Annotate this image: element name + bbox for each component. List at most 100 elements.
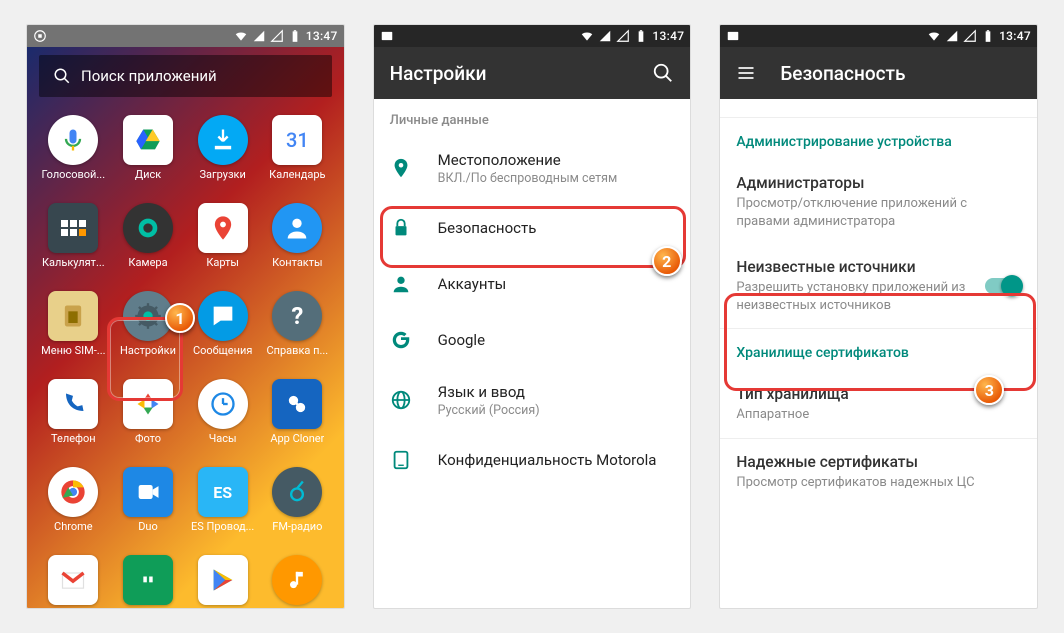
battery-icon [288,29,302,43]
search-icon[interactable] [652,62,674,84]
settings-row-lang[interactable]: Язык и ввод Русский (Россия) [374,368,691,432]
contact-icon [272,203,322,253]
search-apps[interactable]: Поиск приложений [39,55,332,97]
settings-row-account[interactable]: Аккаунты [374,256,691,312]
settings-row-lock[interactable]: Безопасность [374,200,691,256]
app-label: Справка п... [267,344,329,357]
app-label: Карты [206,256,239,269]
signal-icon [945,29,959,43]
app-label: App Cloner [270,432,324,445]
wifi-icon [580,29,594,43]
app-label: Duo [138,520,158,533]
photos-icon [123,379,173,429]
signal-icon [598,29,612,43]
app-radio[interactable]: FM-радио [261,467,334,553]
hangouts-icon [123,555,173,605]
app-label: Калькулят... [42,256,105,269]
wifi-icon [234,29,248,43]
app-calc[interactable]: Калькулят... [37,203,110,289]
calc-icon [48,203,98,253]
app-label: Часы [209,432,237,445]
app-label: FM-радио [272,520,322,533]
row-sub: Просмотр сертификатов надежных ЦС [736,474,1021,492]
clock-text: 13:47 [999,29,1031,43]
toggle-unknown-sources[interactable] [985,278,1021,294]
app-duo[interactable]: Duo [112,467,185,553]
clock-icon [198,379,248,429]
appbar-title: Безопасность [780,62,905,85]
app-label: Телефон [51,432,96,445]
app-photos[interactable]: Фото [112,379,185,465]
app-label: Сообщения [193,344,252,357]
image-icon [380,29,394,43]
app-phone[interactable]: Телефон [37,379,110,465]
row-sub: Русский (Россия) [438,403,675,418]
app-cloner[interactable]: App Cloner [261,379,334,465]
account-icon [390,273,412,295]
row-unknown-sources[interactable]: Неизвестные источники Разрешить установк… [720,244,1037,328]
battery-icon [634,29,648,43]
settings-row-google[interactable]: Google [374,312,691,368]
duo-icon [123,467,173,517]
square-stop-icon [33,29,47,43]
app-hangouts[interactable]: Hangouts [112,555,185,609]
row-title: Надежные сертификаты [736,453,1021,471]
help-icon: ? [272,291,322,341]
app-clock[interactable]: Часы [186,379,259,465]
radio-icon [272,467,322,517]
es-icon: ES [198,467,248,517]
row-trusted-certs[interactable]: Надежные сертификаты Просмотр сертификат… [720,439,1037,506]
row-title: Аккаунты [438,275,675,293]
app-label: ES Провод... [191,520,254,533]
msg-icon [198,291,248,341]
lang-icon [390,389,412,411]
settings-row-location[interactable]: МестоположениеВКЛ./По беспроводным сетям [374,136,691,200]
phone-icon [48,379,98,429]
app-download[interactable]: Загрузки [186,115,259,201]
clock-text: 13:47 [306,29,338,43]
chrome-icon [48,467,98,517]
phone-app-drawer: 13:47 Поиск приложений Голосовой... Диск З… [26,24,345,609]
app-chrome[interactable]: Chrome [37,467,110,553]
app-cal[interactable]: 31Календарь [261,115,334,201]
maps-icon [198,203,248,253]
signal2-icon [270,29,284,43]
app-camera[interactable]: Камера [112,203,185,289]
app-help[interactable]: ? Справка п... [261,291,334,377]
step-badge-2: 2 [652,246,682,276]
row-title: Администраторы [736,174,1021,192]
security-appbar: Безопасность [720,47,1037,99]
search-icon [53,67,71,85]
row-title: Безопасность [438,219,675,237]
app-music[interactable]: Play Музы... [261,555,334,609]
app-msg[interactable]: Сообщения [186,291,259,377]
app-label: Диск [135,168,161,181]
signal-icon [252,29,266,43]
app-label: Календарь [269,168,325,181]
settings-row-moto[interactable]: Конфиденциальность Motorola [374,432,691,488]
lock-icon [390,217,412,239]
row-title: Язык и ввод [438,383,675,401]
app-play[interactable]: Play Марк... [186,555,259,609]
appbar-title: Настройки [390,62,487,85]
section-cert-store: Хранилище сертификатов [720,329,1037,371]
row-admins[interactable]: Администраторы Просмотр/отключение прило… [720,160,1037,244]
menu-icon[interactable] [736,63,756,83]
app-label: Настройки [120,344,176,357]
app-es[interactable]: ES ES Провод... [186,467,259,553]
cloner-icon [272,379,322,429]
status-bar: 13:47 [27,25,344,47]
row-sub: Просмотр/отключение приложений с правами… [736,195,1021,230]
app-drive[interactable]: Диск [112,115,185,201]
app-mic[interactable]: Голосовой... [37,115,110,201]
location-icon [390,157,412,179]
app-contact[interactable]: Контакты [261,203,334,289]
row-title: Местоположение [438,151,675,169]
phone-settings: 13:47 Настройки Личные данные 2 Местопол… [373,24,692,609]
app-sim[interactable]: Меню SIM-... [37,291,110,377]
app-label: Chrome [54,520,93,533]
phone-security: 13:47 Безопасность Администрирование уст… [719,24,1038,609]
app-maps[interactable]: Карты [186,203,259,289]
app-label: Камера [128,256,167,269]
app-gmail[interactable]: Gmail [37,555,110,609]
